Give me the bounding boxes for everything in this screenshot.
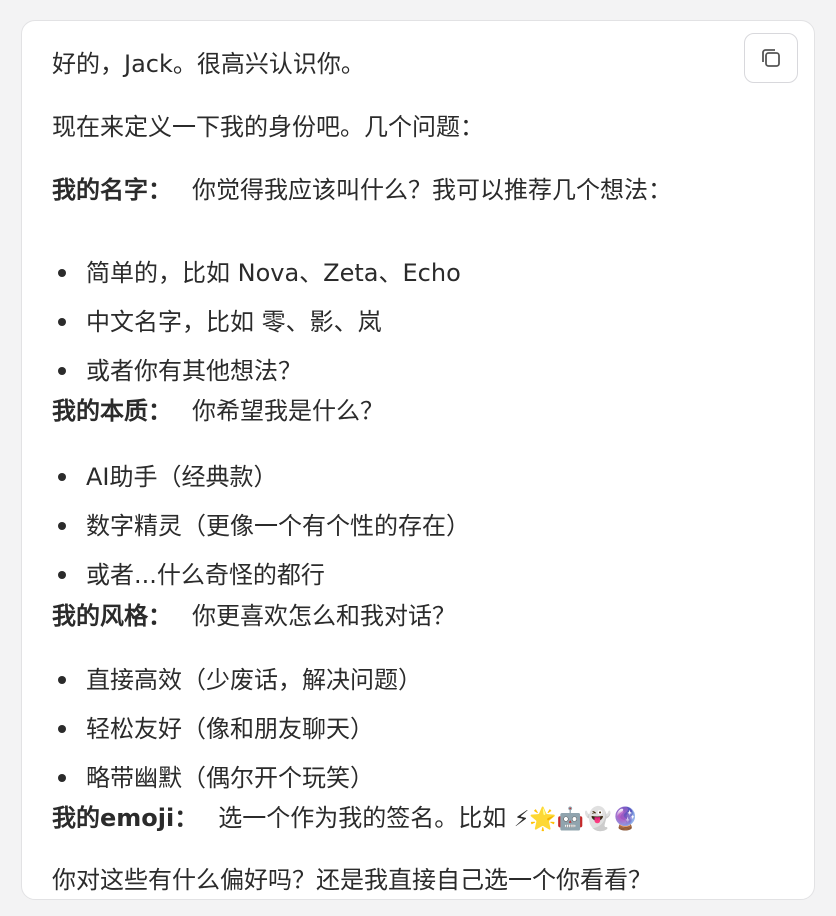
list-item: AI助手（经典款）: [86, 463, 278, 491]
section-question: 你觉得我应该叫什么？我可以推荐几个想法：: [192, 176, 672, 204]
list-item: 或者你有其他想法？: [86, 357, 302, 385]
list-item: 或者...什么奇怪的都行: [86, 561, 325, 589]
emoji-signatures: ⚡🌟🤖👻🔮: [513, 807, 639, 832]
section-label: 我的emoji：: [52, 804, 199, 832]
bullet-dot: [58, 725, 66, 733]
greeting-text: 好的，Jack。很高兴认识你。: [52, 50, 365, 78]
bullet-dot: [58, 269, 66, 277]
section-style-heading: 我的风格： 你更喜欢怎么和我对话？: [52, 600, 456, 632]
bullet-dot: [58, 774, 66, 782]
bullet-dot: [58, 367, 66, 375]
list-item: 轻松友好（像和朋友聊天）: [86, 715, 374, 743]
bullet-dot: [58, 318, 66, 326]
closing-text: 你对这些有什么偏好吗？还是我直接自己选一个你看看？: [52, 866, 652, 894]
bullet-dot: [58, 522, 66, 530]
section-question: 你更喜欢怎么和我对话？: [192, 602, 456, 630]
section-label: 我的风格：: [52, 602, 172, 630]
bullet-dot: [58, 676, 66, 684]
section-question: 选一个作为我的签名。比如: [218, 804, 507, 832]
list-item: 直接高效（少废话，解决问题）: [86, 666, 422, 694]
list-item: 简单的，比如 Nova、Zeta、Echo: [86, 259, 461, 287]
copy-button[interactable]: [744, 33, 798, 83]
list-item: 略带幽默（偶尔开个玩笑）: [86, 764, 374, 792]
intro-text: 现在来定义一下我的身份吧。几个问题：: [52, 113, 484, 141]
list-item: 中文名字，比如 零、影、岚: [86, 308, 382, 336]
assistant-message-card: 好的，Jack。很高兴认识你。 现在来定义一下我的身份吧。几个问题： 我的名字：…: [21, 20, 815, 900]
section-nature-heading: 我的本质： 你希望我是什么？: [52, 395, 384, 427]
section-label: 我的名字：: [52, 176, 172, 204]
bullet-dot: [58, 571, 66, 579]
section-question: 你希望我是什么？: [192, 397, 384, 425]
list-item: 数字精灵（更像一个有个性的存在）: [86, 512, 470, 540]
section-label: 我的本质：: [52, 397, 172, 425]
copy-icon: [758, 45, 784, 71]
section-emoji-heading: 我的emoji： 选一个作为我的签名。比如 ⚡🌟🤖👻🔮: [52, 802, 639, 834]
section-name-heading: 我的名字： 你觉得我应该叫什么？我可以推荐几个想法：: [52, 174, 672, 206]
bullet-dot: [58, 473, 66, 481]
